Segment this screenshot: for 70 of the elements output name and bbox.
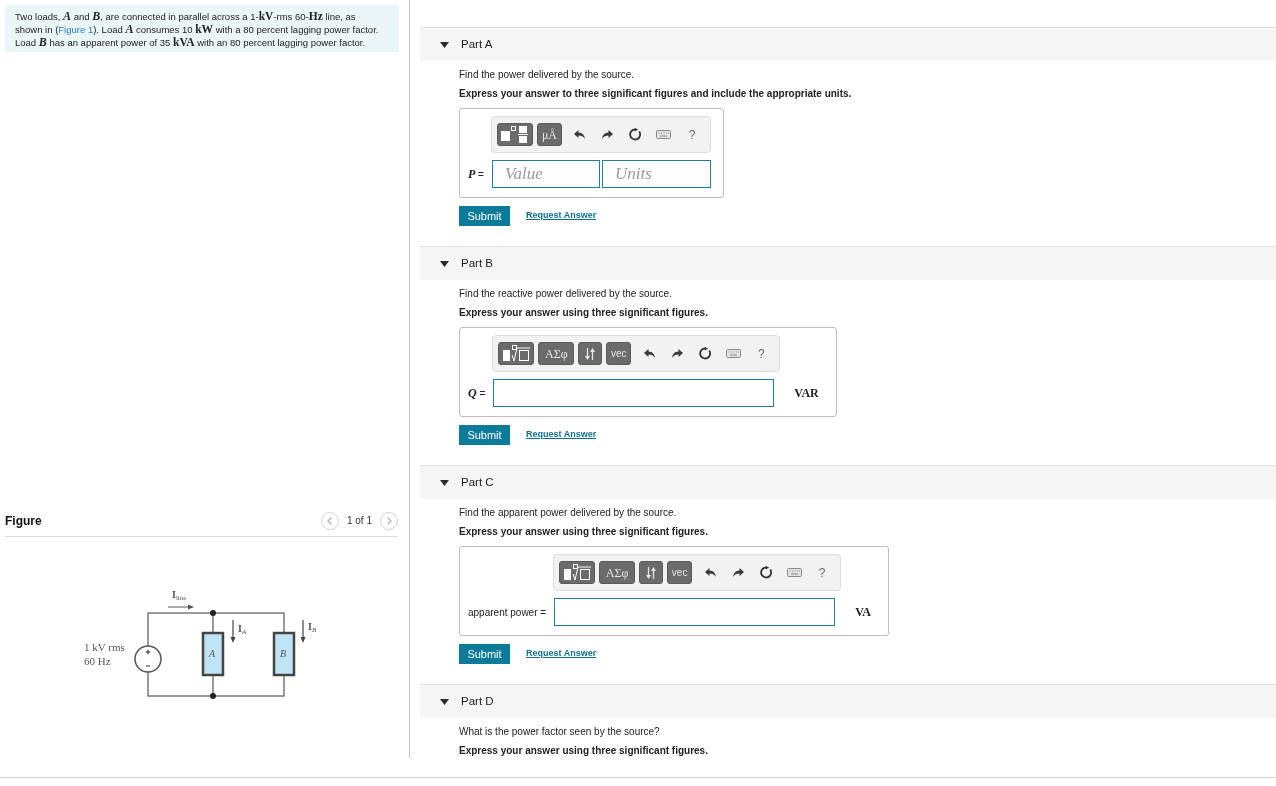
help-button[interactable]: ? (747, 342, 776, 365)
undo-arrow-icon (574, 130, 586, 139)
load-label: A (209, 649, 216, 659)
chevron-right-icon (386, 516, 392, 525)
answer-field[interactable] (554, 598, 836, 626)
current-label: I$_{line}$ (172, 590, 187, 600)
answer-field[interactable] (493, 379, 775, 407)
instruction-text: Express your answer using three significant figures. (459, 745, 709, 757)
fraction-template-icon (501, 126, 529, 143)
submit-button[interactable]: Submit (459, 644, 510, 664)
keyboard-icon (725, 349, 741, 358)
question-text: Find the reactive power delivered by the source. (459, 288, 673, 300)
redo-arrow-icon (671, 349, 683, 358)
part-header[interactable]: Part D (420, 684, 1276, 718)
instruction-text: Express your answer using three significant figures. (459, 526, 709, 538)
help-button[interactable]: ? (808, 561, 837, 584)
question-text: What is the power factor seen by the source? (459, 726, 661, 738)
instruction-text: Express your answer using three significant figures. (459, 307, 709, 319)
request-answer-link[interactable]: Request Answer (526, 647, 597, 661)
circular-arrow-icon (629, 128, 643, 141)
keyboard-icon (786, 568, 802, 577)
question-text: Find the power delivered by the source. (459, 69, 636, 81)
submit-button[interactable]: Submit (459, 425, 510, 445)
question-text: Find the apparent power delivered by the source. (459, 507, 678, 519)
up-down-arrows-icon (585, 347, 596, 360)
help-button[interactable]: ? (677, 123, 706, 146)
units-button[interactable]: μÅ (536, 123, 562, 146)
units-field[interactable]: Units (601, 160, 711, 188)
redo-arrow-icon (602, 130, 614, 139)
request-answer-link[interactable]: Request Answer (526, 428, 597, 442)
circular-arrow-icon (698, 347, 712, 360)
square-root-template-icon (563, 564, 591, 581)
undo-arrow-icon (643, 349, 655, 358)
symbols-button[interactable]: ΑΣφ (599, 561, 636, 584)
part-header[interactable]: Part B (420, 246, 1276, 280)
instruction-text: Express your answer to three significant figures and include the appropriate units. (459, 88, 853, 100)
vector-button[interactable]: vec (606, 342, 632, 365)
up-down-arrows-icon (646, 566, 657, 579)
part-header[interactable]: Part C (420, 465, 1276, 499)
problem-text: Two loads, A and B, are connected in parallel across a 1-kV-rms 60-Hz line, as shown in (Figure 1). Load A consumes 10 kW with a 80 percent lagging power factor. Load B has an apparent power of 35 kVA with an 80 percent lagging power factor. (15, 10, 380, 49)
unit-label: VAR (793, 385, 820, 402)
chevron-left-icon (327, 516, 333, 525)
keyboard-icon (656, 130, 672, 139)
unit-label: VA (854, 604, 872, 621)
current-label: I$_{B}$ (308, 622, 317, 632)
circular-arrow-icon (759, 566, 773, 579)
request-answer-link[interactable]: Request Answer (526, 209, 597, 223)
load-label: B (280, 649, 287, 659)
answer-label: P = (468, 166, 485, 183)
current-label: I$_{A}$ (238, 624, 247, 634)
templates-button[interactable] (498, 342, 535, 365)
part-header[interactable]: Part A (420, 27, 1276, 61)
submit-button[interactable]: Submit (459, 206, 510, 226)
symbols-button[interactable]: ΑΣφ (538, 342, 575, 365)
redo-arrow-icon (732, 568, 744, 577)
vector-button[interactable]: vec (667, 561, 693, 584)
square-root-template-icon (502, 345, 530, 362)
figure-title: Figure (5, 512, 42, 530)
source-voltage-label: 1 kV rms (84, 642, 125, 653)
arrows-button[interactable] (639, 561, 664, 584)
source-frequency-label: 60 Hz (84, 656, 111, 667)
page-counter: 1 of 1 (346, 514, 372, 528)
templates-button[interactable] (496, 123, 533, 146)
figure-link[interactable]: Figure 1 (58, 24, 94, 35)
answer-label: Q = (468, 385, 487, 402)
answer-label: apparent power = (468, 605, 548, 620)
value-field[interactable]: Value (491, 160, 600, 188)
templates-button[interactable] (559, 561, 596, 584)
undo-arrow-icon (704, 568, 716, 577)
arrows-button[interactable] (578, 342, 603, 365)
